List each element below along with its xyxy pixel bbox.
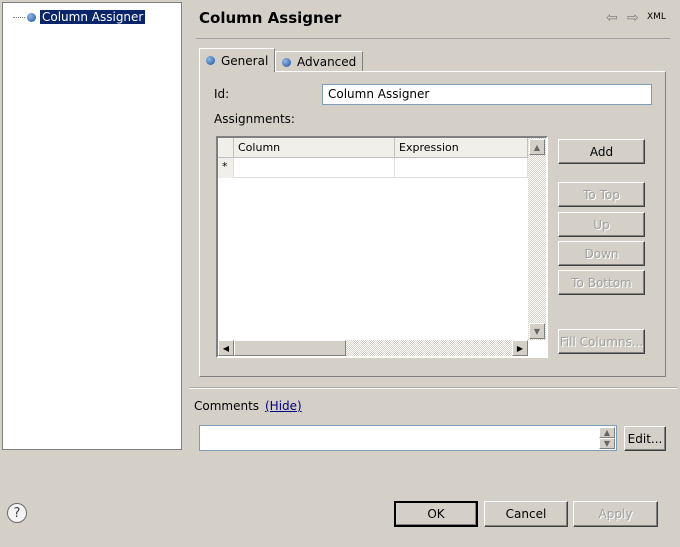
scroll-left-icon[interactable]: ◀ xyxy=(218,340,234,356)
table-corner xyxy=(218,138,234,158)
header-divider xyxy=(196,38,670,39)
navigation-tree[interactable]: Column Assigner xyxy=(2,2,182,450)
xml-view-link[interactable]: XML xyxy=(647,12,666,22)
arrow-right-icon[interactable]: ⇨ xyxy=(627,10,639,26)
tree-connector xyxy=(13,16,25,18)
up-button[interactable]: Up xyxy=(558,212,645,237)
apply-button[interactable]: Apply xyxy=(573,501,658,527)
ok-button[interactable]: OK xyxy=(394,501,478,527)
column-header-expression[interactable]: Expression xyxy=(395,138,528,158)
arrow-left-icon[interactable]: ⇦ xyxy=(606,10,618,26)
assignments-label: Assignments: xyxy=(214,112,295,126)
horizontal-scroll-thumb[interactable] xyxy=(234,340,346,356)
to-bottom-button[interactable]: To Bottom xyxy=(558,270,645,295)
table-row-new[interactable]: * xyxy=(218,158,528,178)
vertical-scrollbar[interactable]: ▲ ▼ xyxy=(528,138,546,340)
table-cell-column[interactable] xyxy=(234,158,395,178)
scroll-right-icon[interactable]: ▶ xyxy=(512,340,528,356)
comments-label: Comments xyxy=(194,399,260,413)
tab-general[interactable]: General xyxy=(199,48,276,72)
id-field[interactable]: Column Assigner xyxy=(322,84,652,105)
page-title: Column Assigner xyxy=(199,9,342,27)
scroll-up-icon[interactable]: ▲ xyxy=(599,427,615,438)
tree-item-column-assigner[interactable]: Column Assigner xyxy=(13,9,146,25)
down-button[interactable]: Down xyxy=(558,241,645,266)
column-header-column[interactable]: Column xyxy=(234,138,395,158)
table-header: Column Expression xyxy=(218,138,528,158)
new-row-marker: * xyxy=(218,158,234,178)
scroll-up-icon[interactable]: ▲ xyxy=(529,139,545,155)
tab-bullet-icon xyxy=(206,56,215,65)
fill-columns-button[interactable]: Fill Columns... xyxy=(558,329,645,354)
to-top-button[interactable]: To Top xyxy=(558,182,645,207)
node-bullet-icon xyxy=(27,12,36,22)
hide-comments-link[interactable]: (Hide) xyxy=(265,399,302,413)
tree-item-label[interactable]: Column Assigner xyxy=(40,10,146,24)
tab-label: Advanced xyxy=(297,55,357,69)
help-icon[interactable]: ? xyxy=(7,503,27,523)
section-divider[interactable] xyxy=(189,387,677,389)
assignments-table[interactable]: Column Expression * ▲ ▼ ◀ ▶ xyxy=(216,136,548,358)
cancel-button[interactable]: Cancel xyxy=(484,501,568,527)
edit-comments-button[interactable]: Edit... xyxy=(624,426,666,451)
tab-advanced[interactable]: Advanced xyxy=(275,51,364,72)
id-label: Id: xyxy=(214,87,230,101)
comments-field[interactable]: ▲ ▼ xyxy=(199,425,617,451)
scroll-down-icon[interactable]: ▼ xyxy=(599,438,615,449)
add-button[interactable]: Add xyxy=(558,139,645,164)
tab-bullet-icon xyxy=(282,57,291,67)
comments-scroll[interactable]: ▲ ▼ xyxy=(599,427,615,449)
tab-label: General xyxy=(221,53,269,68)
horizontal-scrollbar[interactable]: ◀ ▶ xyxy=(218,340,528,356)
scroll-down-icon[interactable]: ▼ xyxy=(529,323,545,339)
table-cell-expression[interactable] xyxy=(395,158,528,178)
